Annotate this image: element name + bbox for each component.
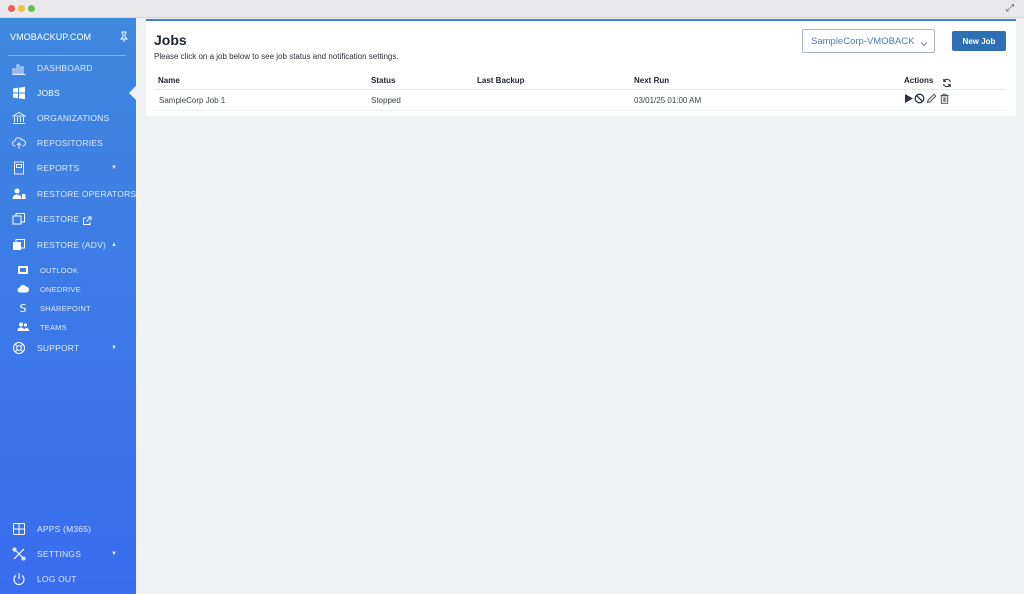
sidebar-item-label: RESTORE <box>37 214 80 224</box>
sidebar-item-restore[interactable]: RESTORE <box>0 208 136 230</box>
sidebar-item-label: LOG OUT <box>37 574 77 584</box>
life-ring-icon <box>12 341 26 355</box>
sidebar-subitem-label: TEAMS <box>40 322 67 332</box>
sidebar-item-label: ORGANIZATIONS <box>37 113 110 123</box>
sidebar-item-label: JOBS <box>37 88 61 98</box>
cloud-icon <box>17 283 29 295</box>
pin-icon[interactable] <box>118 30 130 42</box>
refresh-icon[interactable] <box>942 75 952 88</box>
active-indicator <box>129 86 136 100</box>
stop-icon[interactable] <box>914 93 925 104</box>
sidebar-item-label: APPS (M365) <box>37 524 92 534</box>
sharepoint-icon: S <box>19 301 27 315</box>
caret-down-icon: ▼ <box>111 345 117 351</box>
minimize-window-button[interactable] <box>18 5 25 12</box>
organization-select[interactable]: SampleCorp-VMOBACKUP <box>802 29 935 53</box>
new-job-button[interactable]: New Job <box>952 31 1006 51</box>
sidebar-subitem-teams[interactable]: TEAMS <box>0 318 136 336</box>
users-icon <box>12 187 26 201</box>
sidebar-item-label: RESTORE OPERATORS <box>37 189 137 199</box>
caret-up-icon: ▲ <box>111 242 117 248</box>
bar-chart-icon <box>12 61 26 75</box>
sidebar-item-label: SETTINGS <box>37 549 82 559</box>
job-name-cell[interactable]: SampleCorp Job 1 <box>159 96 225 105</box>
restore-windows-icon <box>12 238 26 252</box>
sidebar-item-restore-adv[interactable]: RESTORE (ADV) ▲ <box>0 234 136 256</box>
chevron-down-icon <box>919 36 929 47</box>
caret-down-icon: ▼ <box>111 165 117 171</box>
brand-name: VMOBACKUP.COM <box>10 32 92 42</box>
close-window-button[interactable] <box>8 5 15 12</box>
windows-icon <box>12 86 26 100</box>
sidebar-item-label: REPOSITORIES <box>37 138 104 148</box>
column-header-status[interactable]: Status <box>371 76 395 85</box>
sidebar-item-apps[interactable]: APPS (M365) <box>0 518 136 540</box>
sidebar-item-label: DASHBOARD <box>37 63 93 73</box>
column-header-last-backup[interactable]: Last Backup <box>477 76 525 85</box>
job-next-run-cell: 03/01/25 01:00 AM <box>634 96 702 105</box>
edit-icon[interactable] <box>926 93 937 104</box>
report-book-icon <box>12 161 26 175</box>
power-icon <box>12 572 26 586</box>
page-title: Jobs <box>154 32 187 48</box>
sidebar-subitem-label: OUTLOOK <box>40 265 79 275</box>
header-divider <box>154 89 1006 90</box>
delete-icon[interactable] <box>939 93 950 104</box>
external-link-icon <box>82 213 92 225</box>
column-header-actions: Actions <box>904 76 934 85</box>
sidebar: VMOBACKUP.COM DASHBOARD JOBS ORGANIZATIO… <box>0 18 136 594</box>
apps-grid-icon <box>12 522 26 536</box>
sidebar-item-repositories[interactable]: REPOSITORIES <box>0 132 136 154</box>
sidebar-subitem-label: SHAREPOINT <box>40 303 91 313</box>
zoom-window-button[interactable] <box>28 5 35 12</box>
sidebar-item-label: REPORTS <box>37 163 80 173</box>
sidebar-subitem-sharepoint[interactable]: S SHAREPOINT <box>0 299 136 317</box>
sidebar-item-organizations[interactable]: ORGANIZATIONS <box>0 107 136 129</box>
page-subtitle: Please click on a job below to see job s… <box>154 52 399 61</box>
sidebar-item-settings[interactable]: SETTINGS ▼ <box>0 543 136 565</box>
sidebar-subitem-label: ONEDRIVE <box>40 284 81 294</box>
window-titlebar: ⤢ <box>0 0 1024 18</box>
teams-icon <box>17 321 29 333</box>
outlook-icon <box>17 264 29 276</box>
organization-select-value: SampleCorp-VMOBACKUP <box>811 36 915 47</box>
jobs-panel: Jobs Please click on a job below to see … <box>146 19 1016 116</box>
restore-windows-icon <box>12 212 26 226</box>
row-divider <box>154 110 1006 111</box>
sidebar-item-reports[interactable]: REPORTS ▼ <box>0 157 136 179</box>
sidebar-item-jobs[interactable]: JOBS <box>0 82 136 104</box>
tools-icon <box>12 547 26 561</box>
sidebar-item-support[interactable]: SUPPORT ▼ <box>0 337 136 359</box>
sidebar-item-logout[interactable]: LOG OUT <box>0 568 136 590</box>
column-header-next-run[interactable]: Next Run <box>634 76 669 85</box>
job-status-cell: Stopped <box>371 96 401 105</box>
brand-divider <box>8 55 126 56</box>
sidebar-item-restore-operators[interactable]: RESTORE OPERATORS <box>0 183 136 205</box>
cloud-upload-icon <box>12 136 26 150</box>
column-header-name[interactable]: Name <box>158 76 180 85</box>
sidebar-item-dashboard[interactable]: DASHBOARD <box>0 57 136 79</box>
sidebar-item-label: SUPPORT <box>37 343 80 353</box>
sidebar-item-label: RESTORE (ADV) <box>37 240 107 250</box>
caret-down-icon: ▼ <box>111 551 117 557</box>
sidebar-subitem-onedrive[interactable]: ONEDRIVE <box>0 280 136 298</box>
institution-icon <box>12 111 26 125</box>
fullscreen-icon[interactable]: ⤢ <box>1004 3 1016 15</box>
play-icon[interactable] <box>903 93 914 104</box>
sidebar-subitem-outlook[interactable]: OUTLOOK <box>0 261 136 279</box>
